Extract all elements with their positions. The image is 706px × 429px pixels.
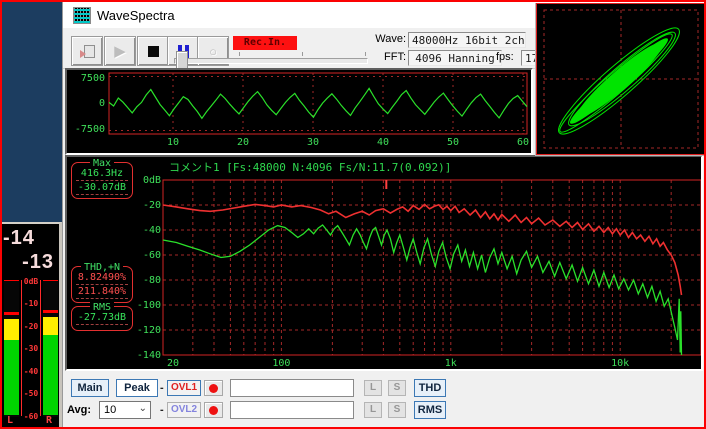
- peak-button[interactable]: Peak: [116, 379, 158, 397]
- waveform-ytick-zero: 0: [71, 98, 105, 109]
- l-button[interactable]: L: [364, 402, 382, 418]
- spectrum-panel: コメント1 [Fs:48000 N:4096 Fs/N:11.7(0.092)]…: [65, 155, 703, 371]
- ovl1-record-dot-button[interactable]: [204, 380, 223, 396]
- desktop-background: [2, 2, 62, 222]
- waveform-ytick-top: 7500: [71, 73, 105, 84]
- play-icon: ▶: [114, 42, 126, 60]
- avg-label: Avg:: [67, 404, 91, 416]
- rec-in-indicator: Rec.In.: [233, 36, 297, 50]
- slider-tick: [365, 52, 366, 56]
- peak-readout-right: -13: [22, 251, 54, 274]
- level-meter-window: -14 -13 0dB -10 -20 -30 -40 -50 -60 L R: [2, 222, 62, 427]
- avg-dropdown-value: 10: [104, 404, 116, 416]
- ovl2-record-dot-button[interactable]: [204, 402, 223, 418]
- meter-scale-label: -40: [22, 367, 40, 376]
- lissajous-window: [535, 3, 705, 156]
- record-dot-icon: [209, 406, 218, 415]
- play-button[interactable]: ▶: [104, 36, 136, 66]
- level-bar-r: [43, 280, 58, 417]
- ovl2-button[interactable]: OVL2: [167, 402, 201, 418]
- waveform-plot: [67, 70, 531, 153]
- meter-scale-label: -30: [22, 344, 40, 353]
- waveform-x-tick: 40: [375, 137, 391, 148]
- waveform-ytick-bottom: -7500: [71, 124, 105, 135]
- avg-dropdown[interactable]: 10 ⌄: [99, 401, 151, 419]
- channel-label-right: R: [46, 415, 52, 426]
- fps-label: fps:: [496, 51, 514, 63]
- lissajous-border: [536, 3, 705, 155]
- meter-scale: 0dB-10-20-30-40-50-60: [21, 280, 41, 416]
- wave-label: Wave:: [369, 33, 406, 45]
- fft-label: FFT:: [369, 51, 406, 63]
- record-dot-icon: [209, 384, 218, 393]
- rms-button[interactable]: RMS: [414, 401, 446, 419]
- level-meter-bars: 0dB -10 -20 -30 -40 -50 -60: [2, 280, 58, 418]
- main-button[interactable]: Main: [71, 379, 109, 397]
- s-button[interactable]: S: [388, 380, 406, 396]
- waveform-x-tick: 10: [165, 137, 181, 148]
- dash-separator: -: [160, 404, 164, 416]
- spectrum-plot: [67, 157, 701, 369]
- fft-setting-field: 4096 Hanning: [408, 50, 502, 66]
- peak-readout-left: -14: [3, 227, 35, 250]
- lissajous-plot: [537, 4, 705, 155]
- open-save-button[interactable]: [71, 36, 103, 66]
- app-icon: [73, 7, 91, 24]
- s-button[interactable]: S: [388, 402, 406, 418]
- open-file-icon: [80, 45, 95, 58]
- ovl1-button[interactable]: OVL1: [167, 380, 201, 396]
- record-icon: ○: [209, 44, 217, 59]
- meter-scale-label: -10: [22, 299, 40, 308]
- channel-label-left: L: [7, 415, 13, 426]
- slider-tick: [302, 52, 303, 56]
- position-slider-track[interactable]: [174, 58, 368, 64]
- waveform-x-tick: 50: [445, 137, 461, 148]
- waveform-x-tick: 30: [305, 137, 321, 148]
- screenshot-root: -14 -13 0dB-10-20-30-40-50-60 L R WaveSp…: [0, 0, 706, 429]
- bottom-control-bar: Main Peak - OVL1 L S THD Avg: 10 ⌄ - OVL…: [63, 371, 704, 427]
- level-bar-l: [4, 280, 19, 417]
- thd-button[interactable]: THD: [414, 379, 446, 397]
- waveform-x-tick: 20: [235, 137, 251, 148]
- waveform-x-tick: 60: [515, 137, 531, 148]
- ovl1-comment-input[interactable]: [230, 379, 354, 397]
- ovl2-comment-input[interactable]: [230, 401, 354, 419]
- slider-tick: [239, 52, 240, 56]
- meter-scale-label: -60: [22, 412, 40, 421]
- stop-icon: [148, 46, 159, 57]
- dash-separator: -: [160, 382, 164, 394]
- window-title: WaveSpectra: [97, 8, 175, 23]
- waveform-panel: 7500 0 -7500 10 20 30 40 50 60: [65, 68, 533, 155]
- dropdown-chevron-icon: ⌄: [139, 403, 147, 414]
- wave-format-field: 48000Hz 16bit 2ch: [408, 32, 526, 48]
- stop-button[interactable]: [137, 36, 169, 66]
- meter-scale-label: -50: [22, 389, 40, 398]
- meter-scale-label: -20: [22, 322, 40, 331]
- l-button[interactable]: L: [364, 380, 382, 396]
- meter-scale-label: 0dB: [22, 277, 40, 286]
